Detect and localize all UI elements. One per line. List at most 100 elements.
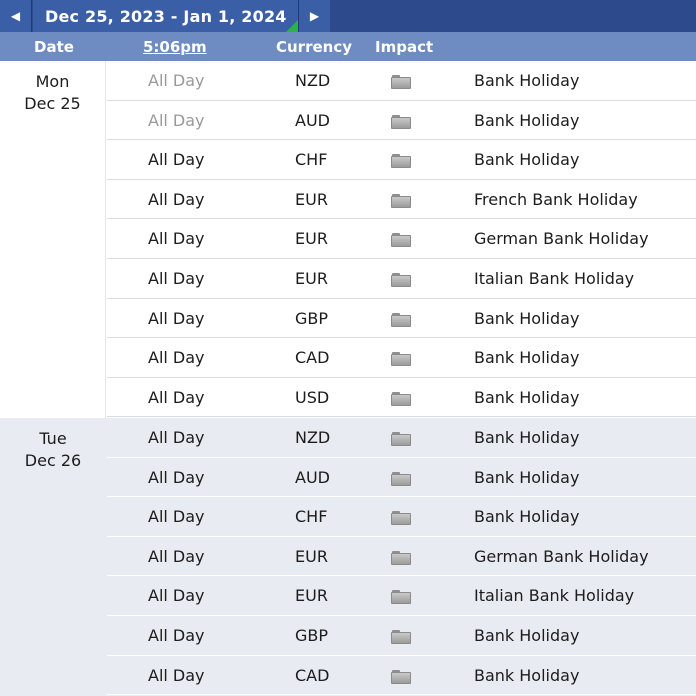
event-row[interactable]: All Day EUR German Bank Holiday [107, 219, 696, 259]
event-row[interactable]: All Day EUR German Bank Holiday [107, 537, 696, 577]
chevron-left-icon: ◀ [10, 9, 21, 23]
event-title[interactable]: Italian Bank Holiday [474, 269, 634, 288]
event-row[interactable]: All Day GBP Bank Holiday [107, 616, 696, 656]
previous-week-button[interactable]: ◀ [0, 0, 32, 32]
event-time: All Day [148, 308, 205, 328]
column-header-row: Date 5:06pm Currency Impact [0, 32, 696, 61]
event-row[interactable]: All Day NZD Bank Holiday [107, 61, 696, 101]
day-group-mon: Mon Dec 25 All Day NZD Bank Holiday All Day… [0, 61, 696, 418]
event-row[interactable]: All Day GBP Bank Holiday [107, 299, 696, 339]
holiday-impact-icon [391, 550, 411, 565]
holiday-impact-icon [391, 669, 411, 684]
event-row[interactable]: All Day CHF Bank Holiday [107, 497, 696, 537]
holiday-impact-icon [391, 432, 411, 446]
event-time: All Day [148, 348, 205, 368]
event-time: All Day [148, 110, 205, 130]
event-row[interactable]: All Day AUD Bank Holiday [107, 458, 696, 498]
event-currency: EUR [295, 229, 328, 249]
event-title[interactable]: French Bank Holiday [474, 190, 638, 209]
event-currency: NZD [295, 71, 331, 90]
event-title[interactable]: Bank Holiday [474, 309, 579, 328]
event-currency: CHF [295, 150, 328, 170]
event-row[interactable]: All Day EUR French Bank Holiday [107, 180, 696, 220]
calendar-toolbar: ◀ Dec 25, 2023 - Jan 1, 2024 ▶ [0, 0, 696, 32]
event-currency: GBP [295, 308, 329, 328]
event-time: All Day [148, 268, 205, 288]
event-time: All Day [148, 665, 205, 685]
holiday-impact-icon [391, 511, 411, 526]
event-row[interactable]: All Day AUD Bank Holiday [107, 101, 696, 141]
event-row[interactable]: All Day EUR Italian Bank Holiday [107, 576, 696, 616]
event-time: All Day [148, 71, 205, 90]
holiday-impact-icon [391, 312, 411, 327]
holiday-impact-icon [391, 114, 411, 129]
currency-column-header: Currency [276, 38, 353, 56]
event-time: All Day [148, 586, 205, 606]
holiday-impact-icon [391, 629, 411, 644]
event-title[interactable]: Bank Holiday [474, 388, 579, 407]
event-time: All Day [148, 150, 205, 170]
day-label: Mon Dec 25 [0, 61, 106, 418]
event-title[interactable]: Bank Holiday [474, 150, 579, 169]
holiday-impact-icon [391, 272, 411, 287]
event-row[interactable]: All Day CHF Bank Holiday [107, 140, 696, 180]
current-time-link[interactable]: 5:06pm [143, 38, 207, 56]
date-range-selector[interactable]: Dec 25, 2023 - Jan 1, 2024 [33, 0, 298, 32]
event-time: All Day [148, 387, 205, 407]
event-title[interactable]: Bank Holiday [474, 348, 579, 367]
event-currency: CAD [295, 665, 330, 685]
day-date: Dec 25 [24, 94, 81, 113]
event-list: All Day NZD Bank Holiday All Day AUD Bank Hol… [107, 418, 696, 696]
event-currency: EUR [295, 546, 328, 566]
event-title[interactable]: Italian Bank Holiday [474, 586, 634, 605]
next-week-button[interactable]: ▶ [298, 0, 330, 32]
event-title[interactable]: German Bank Holiday [474, 547, 649, 566]
event-currency: CHF [295, 507, 328, 527]
event-currency: EUR [295, 586, 328, 606]
event-currency: GBP [295, 625, 329, 645]
day-name: Tue [39, 429, 67, 448]
event-title[interactable]: Bank Holiday [474, 111, 579, 130]
holiday-impact-icon [391, 471, 411, 486]
event-time: All Day [148, 189, 205, 209]
day-group-tue: Tue Dec 26 All Day NZD Bank Holiday All Day… [0, 418, 696, 696]
holiday-impact-icon [391, 233, 411, 248]
holiday-impact-icon [391, 590, 411, 605]
event-title[interactable]: Bank Holiday [474, 666, 579, 685]
event-time: All Day [148, 467, 205, 487]
event-title[interactable]: German Bank Holiday [474, 229, 649, 248]
impact-column-header: Impact [375, 38, 434, 56]
event-currency: CAD [295, 348, 330, 368]
event-row[interactable]: All Day EUR Italian Bank Holiday [107, 259, 696, 299]
event-time: All Day [148, 546, 205, 566]
event-time: All Day [148, 428, 205, 447]
event-row[interactable]: All Day CAD Bank Holiday [107, 338, 696, 378]
holiday-impact-icon [391, 352, 411, 367]
holiday-impact-icon [391, 154, 411, 169]
event-time: All Day [148, 625, 205, 645]
holiday-impact-icon [391, 391, 411, 406]
day-date: Dec 26 [24, 451, 82, 470]
event-currency: AUD [295, 110, 330, 130]
event-time: All Day [148, 229, 205, 249]
event-title[interactable]: Bank Holiday [474, 626, 579, 645]
day-name: Mon [35, 72, 70, 91]
event-title[interactable]: Bank Holiday [474, 468, 579, 487]
event-title[interactable]: Bank Holiday [474, 507, 579, 526]
date-column-header: Date [34, 38, 74, 56]
holiday-impact-icon [391, 75, 411, 89]
holiday-impact-icon [391, 193, 411, 208]
event-time: All Day [148, 507, 205, 527]
day-label: Tue Dec 26 [0, 418, 106, 472]
range-corner-indicator [286, 20, 298, 32]
event-row[interactable]: All Day NZD Bank Holiday [107, 418, 696, 458]
event-currency: EUR [295, 268, 328, 288]
event-title[interactable]: Bank Holiday [474, 428, 579, 447]
date-range-label: Dec 25, 2023 - Jan 1, 2024 [45, 6, 287, 26]
event-row[interactable]: All Day USD Bank Holiday [107, 378, 696, 418]
chevron-right-icon: ▶ [309, 9, 320, 23]
event-currency: NZD [295, 428, 331, 447]
event-row[interactable]: All Day CAD Bank Holiday [107, 656, 696, 696]
event-currency: EUR [295, 189, 328, 209]
event-title[interactable]: Bank Holiday [474, 71, 579, 90]
